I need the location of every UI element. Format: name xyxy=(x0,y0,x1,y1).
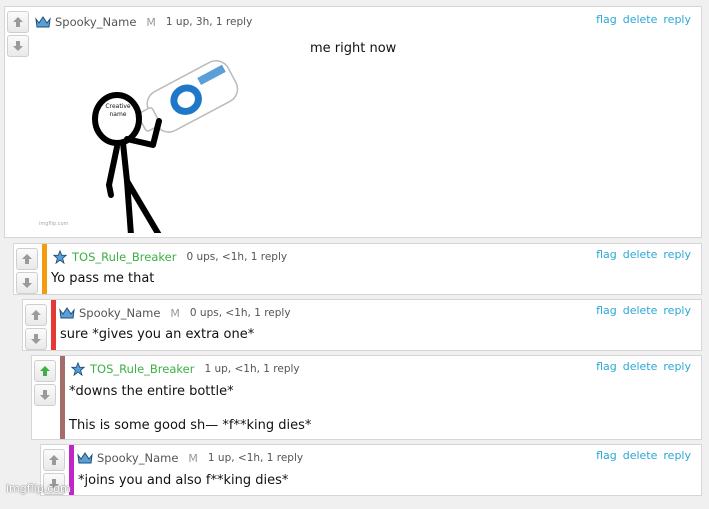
crown-icon xyxy=(77,452,93,464)
delete-link[interactable]: delete xyxy=(623,13,658,26)
upvote-button[interactable] xyxy=(43,449,65,471)
comment-header: TOS_Rule_Breaker 1 up, <1h, 1 reply flag… xyxy=(70,360,701,378)
flag-link[interactable]: flag xyxy=(596,304,617,317)
comment-header: TOS_Rule_Breaker 0 ups, <1h, 1 reply fla… xyxy=(52,248,701,266)
upvote-button[interactable] xyxy=(16,248,38,270)
reply-link[interactable]: reply xyxy=(663,449,691,462)
mod-badge: M xyxy=(170,306,180,320)
delete-link[interactable]: delete xyxy=(623,449,658,462)
thread-color-bar xyxy=(51,300,56,350)
reply-link[interactable]: reply xyxy=(663,304,691,317)
comment-5: Spooky_Name M 1 up, <1h, 1 reply flag de… xyxy=(40,444,702,496)
arrow-down-icon xyxy=(40,390,50,400)
comment-text-line-1: *downs the entire bottle* xyxy=(69,384,234,399)
star-icon xyxy=(70,362,86,376)
arrow-up-icon xyxy=(49,455,59,465)
site-watermark: imgflip.com xyxy=(6,482,71,495)
username-link[interactable]: TOS_Rule_Breaker xyxy=(90,362,194,376)
arrow-down-icon xyxy=(13,41,23,51)
comment-text-line-2: This is some good sh— *f**king dies* xyxy=(69,418,312,433)
upvote-button[interactable] xyxy=(7,11,29,33)
comment-header: Spooky_Name M 1 up, 3h, 1 reply flag del… xyxy=(35,13,701,31)
arrow-up-icon xyxy=(31,310,41,320)
comment-text: sure *gives you an extra one* xyxy=(60,327,255,342)
comment-4: TOS_Rule_Breaker 1 up, <1h, 1 reply flag… xyxy=(31,355,702,440)
comment-actions: flag delete reply xyxy=(596,304,691,317)
comment-1: Spooky_Name M 1 up, 3h, 1 reply flag del… xyxy=(4,6,702,238)
flag-link[interactable]: flag xyxy=(596,449,617,462)
mod-badge: M xyxy=(188,451,198,465)
comment-3: Spooky_Name M 0 ups, <1h, 1 reply flag d… xyxy=(22,299,702,351)
thread-color-bar xyxy=(42,244,47,294)
mod-badge: M xyxy=(146,15,156,29)
meme-head-label: Creative name xyxy=(105,103,131,118)
username-link[interactable]: TOS_Rule_Breaker xyxy=(72,250,176,264)
reply-link[interactable]: reply xyxy=(663,360,691,373)
downvote-button[interactable] xyxy=(25,328,47,350)
comment-actions: flag delete reply xyxy=(596,248,691,261)
crown-icon xyxy=(59,307,75,319)
comment-text: Yo pass me that xyxy=(51,271,155,286)
username-link[interactable]: Spooky_Name xyxy=(79,306,160,320)
arrow-up-icon xyxy=(13,17,23,27)
comment-meta: 1 up, <1h, 1 reply xyxy=(204,363,300,375)
comment-actions: flag delete reply xyxy=(596,360,691,373)
arrow-up-icon xyxy=(40,366,50,376)
vote-controls xyxy=(5,7,31,71)
comment-meta: 0 ups, <1h, 1 reply xyxy=(189,307,291,319)
delete-link[interactable]: delete xyxy=(623,248,658,261)
delete-link[interactable]: delete xyxy=(623,304,658,317)
flag-link[interactable]: flag xyxy=(596,13,617,26)
upvote-button[interactable] xyxy=(34,360,56,382)
comment-actions: flag delete reply xyxy=(596,13,691,26)
meme-watermark: imgflip.com xyxy=(39,221,69,227)
comment-header: Spooky_Name M 1 up, <1h, 1 reply flag de… xyxy=(77,449,701,467)
arrow-down-icon xyxy=(22,278,32,288)
reply-link[interactable]: reply xyxy=(663,13,691,26)
comment-2: TOS_Rule_Breaker 0 ups, <1h, 1 reply fla… xyxy=(13,243,702,295)
downvote-button[interactable] xyxy=(16,272,38,294)
vote-controls xyxy=(41,445,67,509)
username-link[interactable]: Spooky_Name xyxy=(55,15,136,29)
comment-header: Spooky_Name M 0 ups, <1h, 1 reply flag d… xyxy=(59,304,701,322)
vote-controls xyxy=(32,356,58,420)
flag-link[interactable]: flag xyxy=(596,360,617,373)
username-link[interactable]: Spooky_Name xyxy=(97,451,178,465)
comment-meta: 1 up, <1h, 1 reply xyxy=(207,452,304,464)
upvote-button[interactable] xyxy=(25,304,47,326)
meme-image[interactable]: me right now Creative name imgflip.com xyxy=(35,35,440,233)
thread-color-bar xyxy=(60,356,65,439)
stickman-drinking-drawing xyxy=(92,60,239,233)
flag-link[interactable]: flag xyxy=(596,248,617,261)
comment-text: *joins you and also f**king dies* xyxy=(78,473,289,488)
comment-actions: flag delete reply xyxy=(596,449,691,462)
arrow-down-icon xyxy=(31,334,41,344)
downvote-button[interactable] xyxy=(7,35,29,57)
crown-icon xyxy=(35,16,51,28)
delete-link[interactable]: delete xyxy=(623,360,658,373)
downvote-button[interactable] xyxy=(34,384,56,406)
comment-meta: 0 ups, <1h, 1 reply xyxy=(186,251,288,263)
star-icon xyxy=(52,250,68,264)
reply-link[interactable]: reply xyxy=(663,248,691,261)
comment-meta: 1 up, 3h, 1 reply xyxy=(165,16,253,28)
arrow-up-icon xyxy=(22,254,32,264)
